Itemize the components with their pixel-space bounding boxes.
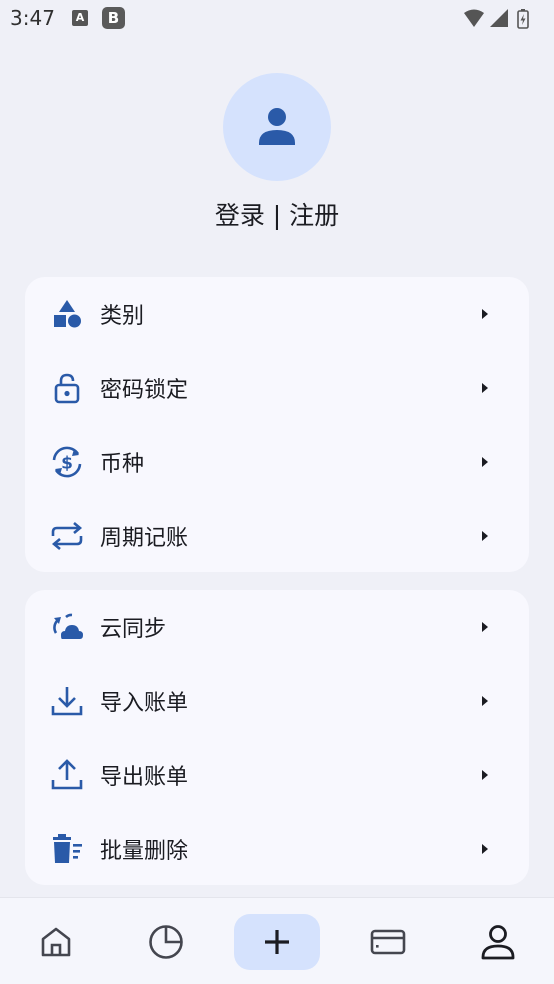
notification-b-icon: B xyxy=(102,7,125,29)
arrow-right-icon xyxy=(482,383,488,393)
nav-home[interactable] xyxy=(28,914,84,970)
nav-statistics[interactable] xyxy=(138,914,194,970)
settings-card-2: 云同步 导入账单 导出账单 批量删除 xyxy=(25,590,529,885)
arrow-right-icon xyxy=(482,770,488,780)
menu-item-label: 导出账单 xyxy=(100,765,189,790)
nav-profile[interactable] xyxy=(470,914,526,970)
wifi-icon xyxy=(464,9,484,27)
menu-item-label: 币种 xyxy=(100,452,145,477)
download-icon xyxy=(49,683,85,719)
menu-item-export-bills[interactable]: 导出账单 xyxy=(25,738,529,812)
pie-chart-icon xyxy=(149,925,183,959)
arrow-right-icon xyxy=(482,844,488,854)
settings-card-1: 类别 密码锁定 $ 币种 周期记账 xyxy=(25,277,529,572)
person-icon xyxy=(259,108,295,145)
menu-item-label: 周期记账 xyxy=(100,526,189,551)
menu-item-label: 云同步 xyxy=(100,617,167,642)
avatar[interactable] xyxy=(223,73,331,181)
arrow-right-icon xyxy=(482,531,488,541)
menu-item-label: 密码锁定 xyxy=(100,378,189,403)
bottom-nav xyxy=(0,897,554,984)
lock-icon xyxy=(49,370,85,406)
menu-item-import-bills[interactable]: 导入账单 xyxy=(25,664,529,738)
menu-item-cloud-sync[interactable]: 云同步 xyxy=(25,590,529,664)
signal-icon xyxy=(490,9,508,27)
cloud-sync-icon xyxy=(49,609,85,645)
arrow-right-icon xyxy=(482,457,488,467)
login-register-link[interactable]: 登录 | 注册 xyxy=(0,196,554,232)
menu-item-currency[interactable]: $ 币种 xyxy=(25,425,529,499)
currency-exchange-icon: $ xyxy=(49,444,85,480)
add-icon xyxy=(265,930,289,954)
delete-sweep-icon xyxy=(49,831,85,867)
battery-icon xyxy=(517,9,529,29)
upload-icon xyxy=(49,757,85,793)
profile-icon xyxy=(481,925,515,960)
menu-item-label: 导入账单 xyxy=(100,691,189,716)
arrow-right-icon xyxy=(482,622,488,632)
shapes-icon xyxy=(49,296,85,332)
menu-item-label: 批量删除 xyxy=(100,839,189,864)
arrow-right-icon xyxy=(482,696,488,706)
menu-item-category[interactable]: 类别 xyxy=(25,277,529,351)
menu-item-password-lock[interactable]: 密码锁定 xyxy=(25,351,529,425)
menu-item-recurring[interactable]: 周期记账 xyxy=(25,499,529,573)
menu-item-batch-delete[interactable]: 批量删除 xyxy=(25,812,529,886)
notification-a-icon: A xyxy=(72,10,88,26)
home-icon xyxy=(41,927,71,957)
svg-text:$: $ xyxy=(61,454,73,474)
nav-add-record[interactable] xyxy=(234,914,320,970)
nav-wallet[interactable] xyxy=(360,914,416,970)
menu-item-label: 类别 xyxy=(100,304,145,329)
wallet-icon xyxy=(370,929,406,955)
status-time: 3:47 xyxy=(10,6,55,30)
status-icons xyxy=(462,8,544,29)
arrow-right-icon xyxy=(482,309,488,319)
status-bar: 3:47 A B xyxy=(0,0,554,38)
repeat-icon xyxy=(49,518,85,554)
